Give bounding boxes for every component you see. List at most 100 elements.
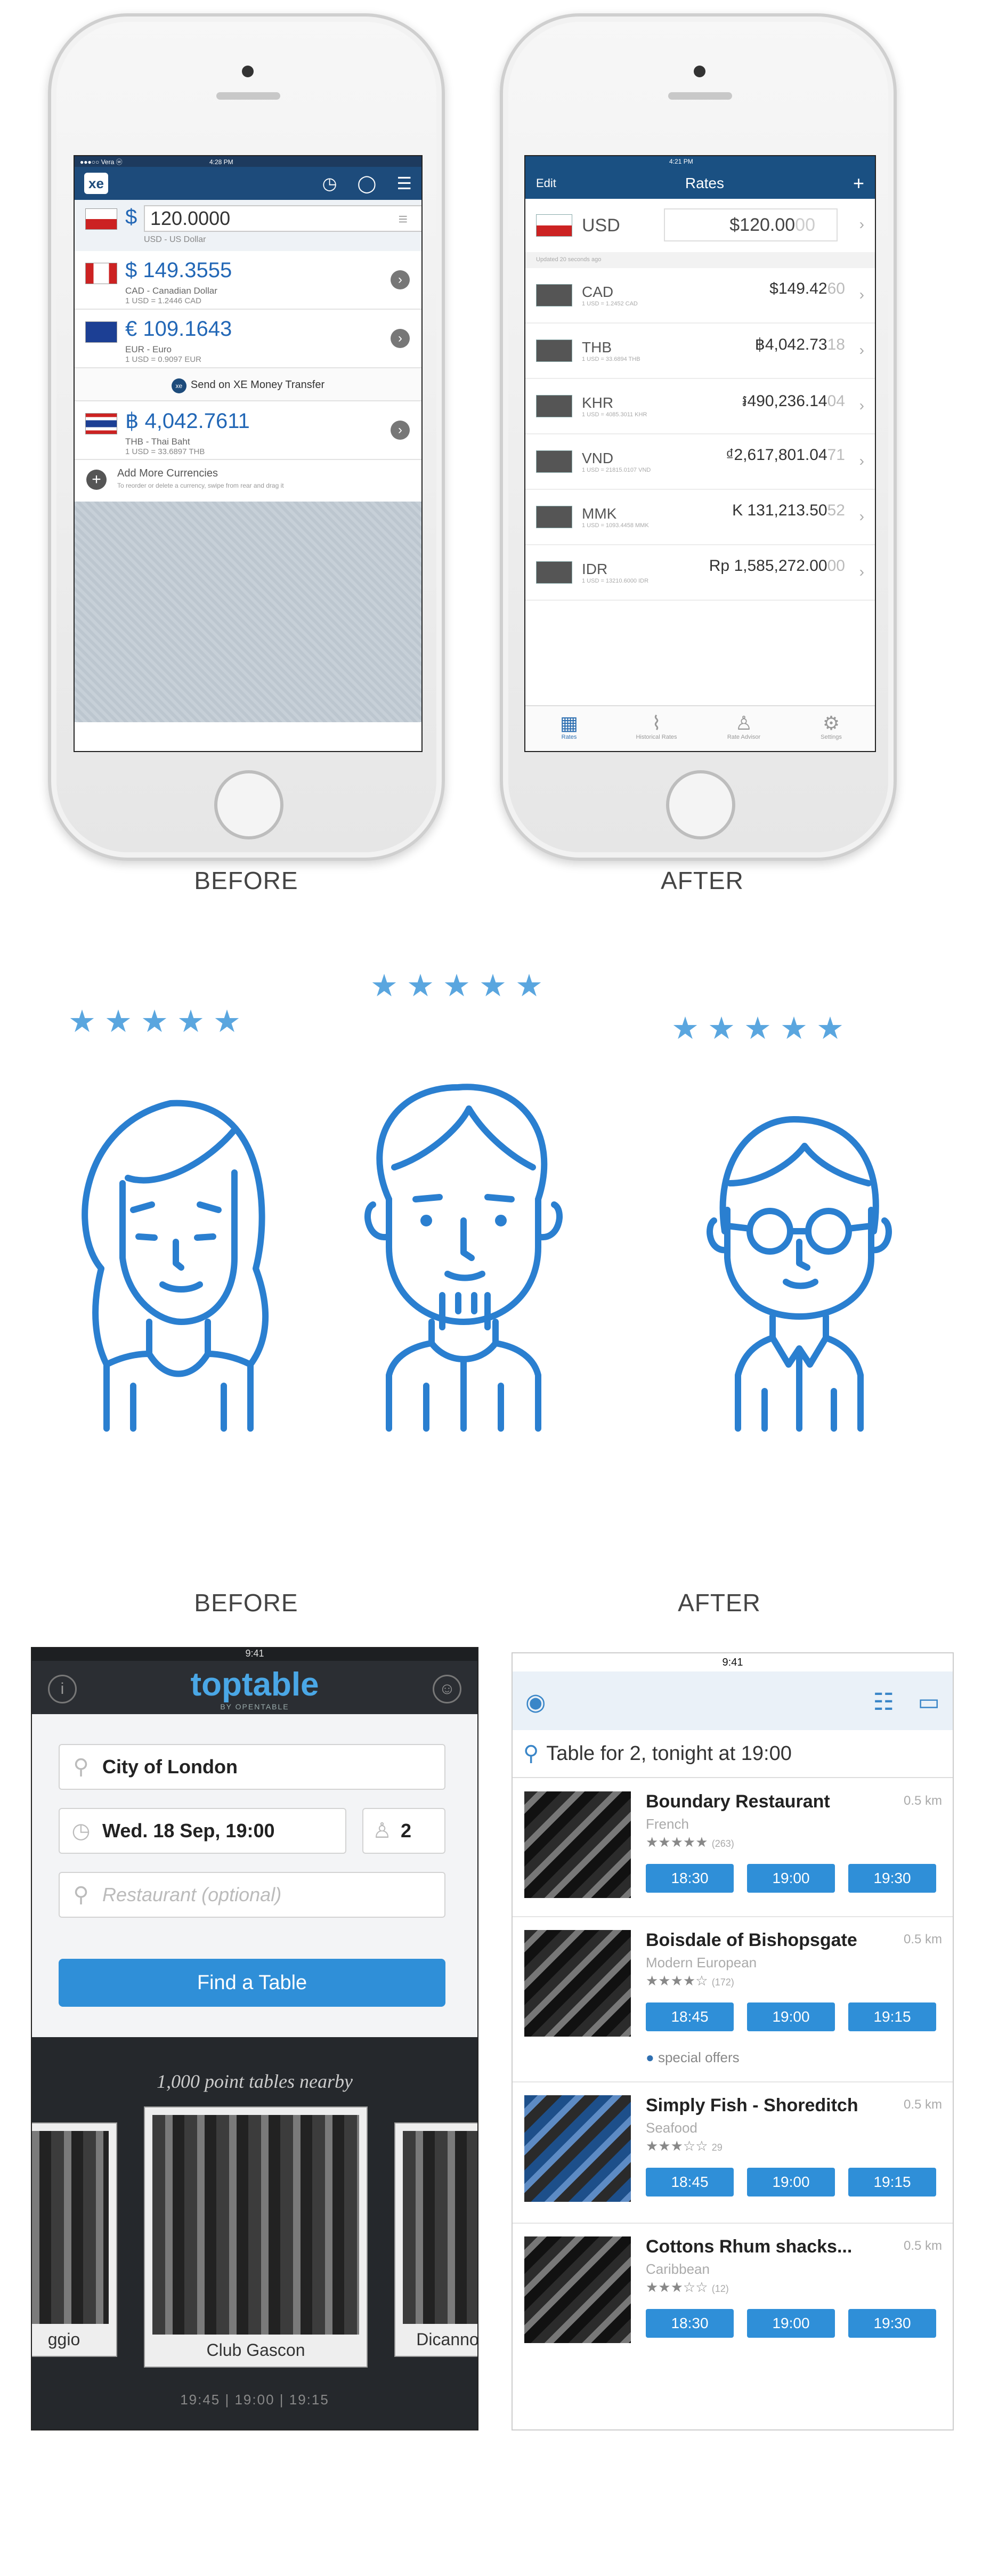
search-summary-bar[interactable]: ⚲ Table for 2, tonight at 19:00 <box>513 1730 953 1778</box>
rate-amount-decimals: 60 <box>827 280 845 297</box>
us-flag-icon <box>85 208 117 230</box>
restaurant-list-item[interactable]: Boundary Restaurant 0.5 km French ★★★★★ … <box>513 1779 953 1917</box>
restaurant-list-item[interactable]: Cottons Rhum shacks... 0.5 km Caribbean … <box>513 2224 953 2365</box>
restaurant-card-name: ggio <box>47 2330 80 2349</box>
rating-star-glyphs: ★★★☆☆ <box>646 2138 708 2154</box>
time-slot-button[interactable]: 18:45 <box>646 2168 734 2197</box>
currency-flag-icon <box>536 561 572 584</box>
home-button[interactable] <box>666 770 735 839</box>
date-time-field[interactable]: ◷ Wed. 18 Sep, 19:00 <box>59 1808 346 1854</box>
profile-icon[interactable]: ◉ <box>525 1689 546 1716</box>
restaurant-card[interactable]: Dicanno <box>394 2122 477 2357</box>
tab-historical-rates[interactable]: ⌇ Historical Rates <box>613 706 700 751</box>
time-slot-button[interactable]: 19:30 <box>848 2309 936 2338</box>
bearded-man-avatar-icon <box>364 1084 563 1432</box>
time-slot-button[interactable]: 18:30 <box>646 2309 734 2338</box>
restaurant-search-input[interactable]: ⚲ Restaurant (optional) <box>59 1872 445 1918</box>
rate-amount-decimals: 71 <box>827 446 845 464</box>
chevron-right-icon: › <box>859 397 864 414</box>
filter-icon[interactable]: ☷ <box>873 1689 894 1716</box>
nav-title: Rates <box>685 175 725 191</box>
arrow-right-icon[interactable]: › <box>391 270 410 289</box>
review-count: (12) <box>711 2283 729 2294</box>
rate-detail: 1 USD = 33.6894 THB <box>582 356 640 362</box>
restaurant-photo <box>524 1791 631 1898</box>
camera <box>242 66 254 77</box>
tab-rates[interactable]: ▦ Rates <box>525 706 613 751</box>
status-bar: 4:21 PM <box>525 156 875 168</box>
restaurant-name: Boisdale of Bishopsgate <box>646 1930 857 1950</box>
time-slot-button[interactable]: 19:15 <box>848 2168 936 2197</box>
home-button[interactable] <box>214 770 283 839</box>
toptable-header: i toptable BY OPENTABLE ☺ <box>32 1661 477 1714</box>
time-slot-button[interactable]: 19:15 <box>848 2002 936 2031</box>
restaurant-card-name: Club Gascon <box>206 2340 305 2360</box>
currency-row[interactable]: $ 149.3555 CAD - Canadian Dollar 1 USD =… <box>75 251 421 310</box>
currency-row[interactable]: € 109.1643 EUR - Euro 1 USD = 0.9097 EUR… <box>75 310 421 368</box>
tab-rate-advisor[interactable]: ♙ Rate Advisor <box>700 706 788 751</box>
edit-button[interactable]: Edit <box>536 176 556 190</box>
time-slot-button[interactable]: 19:00 <box>747 2002 835 2031</box>
status-bar: ●●●○○ Vera ⓦ 4:28 PM <box>75 156 421 167</box>
send-label: Send on XE Money Transfer <box>190 379 325 391</box>
restaurant-card[interactable]: ggio <box>32 2122 117 2357</box>
restaurant-list-item[interactable]: Boisdale of Bishopsgate 0.5 km Modern Eu… <box>513 1917 953 2082</box>
party-size-field[interactable]: ♙ 2 <box>362 1808 445 1854</box>
rate-row[interactable]: VND 1 USD = 21815.0107 VND ₫2,617,801.047… <box>525 434 875 490</box>
rate-row[interactable]: THB 1 USD = 33.6894 THB ฿4,042.7318 › <box>525 324 875 379</box>
rate-amount-decimals: 00 <box>827 557 845 575</box>
base-amount-input[interactable]: $120.0000 <box>664 208 838 241</box>
add-currency-button[interactable]: + <box>853 172 864 195</box>
tab-settings[interactable]: ⚙ Settings <box>788 706 875 751</box>
rate-row[interactable]: KHR 1 USD = 4085.3011 KHR ៛490,236.1404 › <box>525 379 875 434</box>
restaurant-list-item[interactable]: Simply Fish - Shoreditch 0.5 km Seafood … <box>513 2082 953 2224</box>
send-money-transfer-link[interactable]: xe Send on XE Money Transfer <box>75 368 421 401</box>
time-slot-button[interactable]: 19:00 <box>747 1864 835 1893</box>
time-slot-button[interactable]: 19:00 <box>747 2168 835 2197</box>
currency-flag-icon <box>536 450 572 473</box>
arrow-right-icon[interactable]: › <box>391 329 410 348</box>
rate-value: ฿4,042.7318 <box>755 335 845 354</box>
history-icon[interactable]: ◷ <box>322 173 337 193</box>
arrow-right-icon[interactable]: › <box>391 421 410 440</box>
nearby-carousel: 1,000 point tables nearby ggio Club Gasc… <box>32 2037 477 2429</box>
update-bar: Updated 20 seconds ago <box>525 252 875 268</box>
rate-row[interactable]: CAD 1 USD = 1.2452 CAD $149.4260 › <box>525 268 875 324</box>
add-currencies-row[interactable]: + Add More Currencies To reorder or dele… <box>75 460 421 502</box>
currency-flag-icon <box>536 506 572 528</box>
time-slot-button[interactable]: 18:45 <box>646 2002 734 2031</box>
caption-after-top: AFTER <box>661 867 744 894</box>
speaker <box>216 92 280 100</box>
base-currency-row[interactable]: USD $120.0000 › <box>525 199 875 252</box>
rate-row[interactable]: MMK 1 USD = 1093.4458 MMK K 131,213.5052 … <box>525 490 875 545</box>
currency-flag-icon <box>536 284 572 306</box>
base-amount-input[interactable]: 120.0000 <box>144 205 421 232</box>
chart-icon: ⌇ <box>652 712 661 734</box>
profile-icon[interactable]: ☺ <box>433 1675 461 1703</box>
menu-icon[interactable]: ☰ <box>396 173 412 193</box>
currency-row[interactable]: ฿ 4,042.7611 THB - Thai Baht 1 USD = 33.… <box>75 401 421 460</box>
search-icon: ⚲ <box>73 1883 89 1907</box>
review-count: (172) <box>711 1977 734 1988</box>
currency-flag-icon <box>536 395 572 417</box>
time-slot-button[interactable]: 18:30 <box>646 1864 734 1893</box>
location-field[interactable]: ⚲ City of London <box>59 1744 445 1790</box>
restaurant-photo <box>524 2236 631 2343</box>
drag-handle-icon[interactable]: ≡ <box>398 211 408 229</box>
chat-icon[interactable]: ◯ <box>358 173 377 193</box>
map-icon[interactable]: ▭ <box>918 1689 940 1716</box>
time-slot-button[interactable]: 19:30 <box>848 1864 936 1893</box>
special-offers-link[interactable]: ● special offers <box>646 2049 740 2066</box>
canada-flag-icon <box>85 263 117 284</box>
rating-stars: ★★★☆☆ 29 <box>646 2138 723 2154</box>
restaurant-card[interactable]: Club Gascon <box>144 2106 368 2368</box>
time-slot-button[interactable]: 19:00 <box>747 2309 835 2338</box>
carrier: ●●●○○ Vera ⓦ <box>80 158 123 166</box>
xe-after-screen: 4:21 PM Edit Rates + USD $120.0000 › Upd… <box>524 155 876 752</box>
find-table-button[interactable]: Find a Table <box>59 1959 445 2007</box>
currency-code: THB <box>582 339 612 356</box>
rate-row[interactable]: IDR 1 USD = 13210.6000 IDR Rp 1,585,272.0… <box>525 545 875 601</box>
search-icon: ⚲ <box>523 1742 539 1765</box>
rating-stars: ★★★★★ <box>671 1011 853 1046</box>
tab-bar: ▦ Rates ⌇ Historical Rates ♙ Rate Advisor ⚙… <box>525 705 875 751</box>
